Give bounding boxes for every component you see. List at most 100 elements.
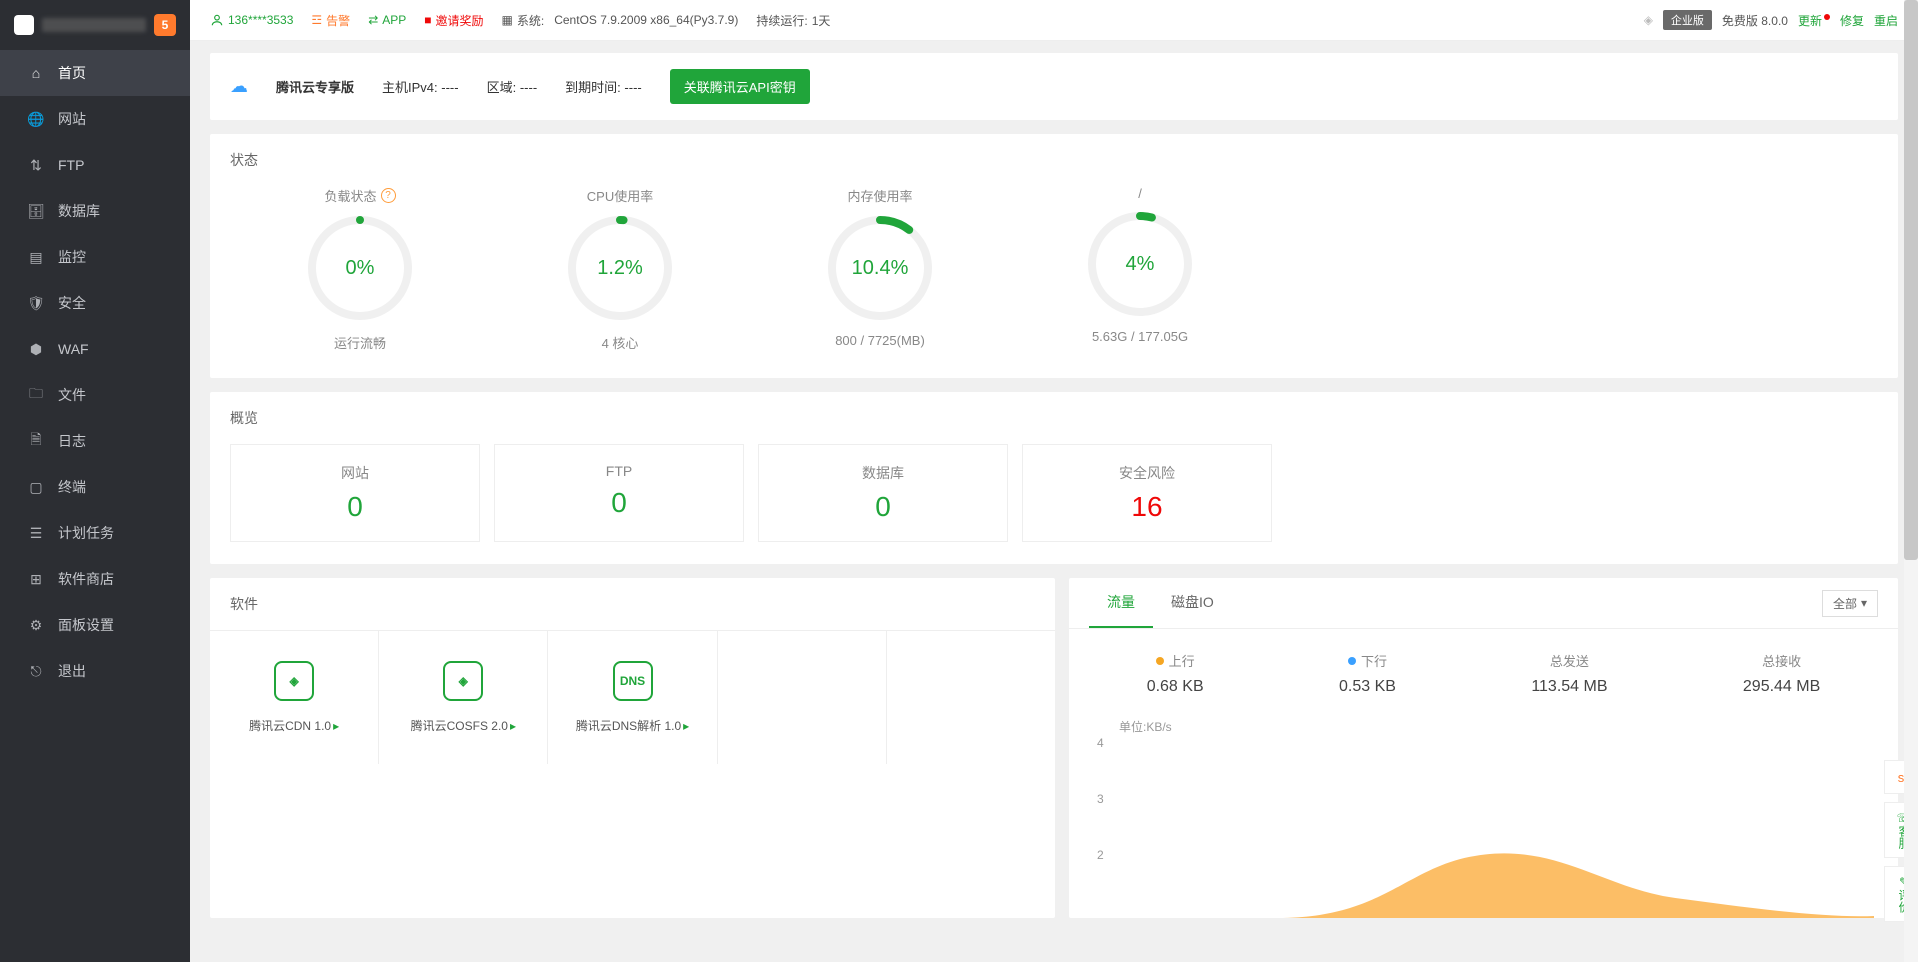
- system-label: 系统:: [517, 12, 544, 29]
- overview-label: 数据库: [759, 463, 1007, 483]
- y-tick: 4: [1097, 736, 1104, 750]
- traffic-stat-value: 113.54 MB: [1531, 678, 1607, 696]
- traffic-stat-2: 总发送 113.54 MB: [1531, 651, 1607, 696]
- sidebar-item-label: 退出: [58, 661, 86, 681]
- software-item-empty: [887, 631, 1055, 764]
- sidebar-item-12[interactable]: ⚙面板设置: [0, 602, 190, 648]
- sidebar-item-label: WAF: [58, 341, 89, 357]
- gauge-title: 负载状态 ?: [250, 186, 470, 205]
- software-item-1[interactable]: ◈ 腾讯云COSFS 2.0▸: [379, 631, 548, 764]
- edition-enterprise[interactable]: 企业版: [1663, 10, 1712, 30]
- sidebar-item-1[interactable]: 🌐网站: [0, 96, 190, 142]
- gauge-value: 10.4%: [825, 213, 935, 323]
- invite-link[interactable]: ■ 邀请奖励: [424, 12, 483, 29]
- user-phone[interactable]: 136****3533: [210, 13, 293, 27]
- sidebar-item-3[interactable]: 🗄 数据库: [0, 188, 190, 234]
- notification-badge[interactable]: 5: [154, 14, 176, 36]
- database-icon: 🗄: [28, 203, 44, 219]
- software-name: 腾讯云COSFS 2.0▸: [383, 717, 543, 734]
- sidebar-nav: ⌂首页🌐网站⇅FTP 🗄 数据库 ▤监控🛡安全 ⬢ WAF 🗀 文件 🗎日志▢终端☰计划任务⊞软…: [0, 50, 190, 694]
- alert-text: 告警: [326, 12, 350, 29]
- help-icon[interactable]: ?: [381, 188, 396, 203]
- update-link[interactable]: 更新: [1798, 12, 1830, 29]
- repair-link[interactable]: 修复: [1840, 12, 1864, 29]
- sidebar-item-10[interactable]: ☰计划任务: [0, 510, 190, 556]
- uptime-info: 持续运行: 1天: [756, 12, 830, 29]
- restart-link[interactable]: 重启: [1874, 12, 1898, 29]
- invite-text: 邀请奖励: [436, 12, 484, 29]
- alert-link[interactable]: ☲ 告警: [311, 12, 350, 29]
- traffic-stat-label: 下行: [1339, 651, 1396, 670]
- gauge-value: 1.2%: [565, 213, 675, 323]
- scrollbar-thumb[interactable]: [1904, 0, 1918, 560]
- gauge-1[interactable]: CPU使用率 1.2% 4 核心: [510, 186, 730, 352]
- topbar: 136****3533 ☲ 告警 ⇄ APP ■ 邀请奖励 ▦ 系统: Cent…: [190, 0, 1918, 41]
- sidebar-item-label: 数据库: [58, 201, 100, 221]
- sidebar-item-8[interactable]: 🗎日志: [0, 418, 190, 464]
- sidebar-item-label: 计划任务: [58, 523, 114, 543]
- software-item-0[interactable]: ◈腾讯云CDN 1.0▸: [210, 631, 379, 764]
- grid-icon: ▦: [502, 13, 513, 27]
- gauge-title: 内存使用率: [770, 186, 990, 205]
- overview-number: 16: [1023, 491, 1271, 523]
- software-icon: ◈: [443, 661, 483, 701]
- sidebar: 5 ⌂首页🌐网站⇅FTP 🗄 数据库 ▤监控🛡安全 ⬢ WAF 🗀 文件 🗎日志▢终端☰计划任务…: [0, 0, 190, 962]
- exit-icon: ⎋: [28, 663, 44, 679]
- cloud-title: 腾讯云专享版: [276, 77, 354, 96]
- app-link[interactable]: ⇄ APP: [368, 13, 406, 27]
- sidebar-item-13[interactable]: ⎋ 退出: [0, 648, 190, 694]
- overview-card-1[interactable]: FTP0: [494, 444, 744, 542]
- folder-icon: 🗀: [28, 387, 44, 403]
- sidebar-item-label: 面板设置: [58, 615, 114, 635]
- overview-label: 安全风险: [1023, 463, 1271, 483]
- sidebar-item-7[interactable]: 🗀 文件: [0, 372, 190, 418]
- traffic-tab-1[interactable]: 磁盘IO: [1153, 578, 1232, 628]
- gauge-value: 4%: [1085, 209, 1195, 319]
- software-item-2[interactable]: DNS腾讯云DNS解析 1.0▸: [548, 631, 717, 764]
- sidebar-item-label: 首页: [58, 63, 86, 83]
- software-item-empty: [718, 631, 887, 764]
- gauge-value: 0%: [305, 213, 415, 323]
- gauge-2[interactable]: 内存使用率 10.4% 800 / 7725(MB): [770, 186, 990, 352]
- play-icon: ▸: [683, 719, 689, 733]
- traffic-filter-select[interactable]: 全部 ▾: [1822, 590, 1878, 617]
- traffic-stat-0: 上行0.68 KB: [1147, 651, 1204, 696]
- dot-icon: [1156, 657, 1164, 665]
- gauge-0[interactable]: 负载状态 ? 0% 运行流畅: [250, 186, 470, 352]
- user-phone-text: 136****3533: [228, 13, 293, 27]
- overview-card-0[interactable]: 网站0: [230, 444, 480, 542]
- sidebar-item-9[interactable]: ▢终端: [0, 464, 190, 510]
- waf-icon: ⬢: [28, 341, 44, 357]
- software-panel: 软件 ◈腾讯云CDN 1.0▸ ◈ 腾讯云COSFS 2.0▸ DNS腾讯云DNS解析…: [210, 578, 1055, 918]
- sidebar-item-label: 文件: [58, 385, 86, 405]
- uptime-label: 持续运行:: [756, 12, 807, 29]
- update-text: 更新: [1798, 14, 1822, 28]
- link-api-button[interactable]: 关联腾讯云API密钥: [670, 69, 810, 104]
- log-icon: 🗎: [28, 433, 44, 449]
- traffic-tab-0[interactable]: 流量: [1089, 578, 1153, 628]
- traffic-stat-label: 总发送: [1531, 651, 1607, 670]
- sidebar-item-4[interactable]: ▤监控: [0, 234, 190, 280]
- traffic-panel: 流量磁盘IO 全部 ▾ 上行0.68 KB下行0.53 KB总发送113.54 …: [1069, 578, 1898, 918]
- overview-card-3[interactable]: 安全风险 16: [1022, 444, 1272, 542]
- gauge-3[interactable]: / 4% 5.63G / 177.05G: [1030, 186, 1250, 352]
- overview-panel: 概览 网站0FTP0数据库0安全风险16: [210, 392, 1898, 564]
- sidebar-item-6[interactable]: ⬢ WAF: [0, 326, 190, 372]
- overview-label: 网站: [231, 463, 479, 483]
- sidebar-item-label: FTP: [58, 157, 84, 173]
- chevron-down-icon: ▾: [1861, 596, 1867, 610]
- brand-logo-icon: [14, 15, 34, 35]
- sidebar-item-5[interactable]: 🛡安全: [0, 280, 190, 326]
- gauge-sub: 5.63G / 177.05G: [1030, 329, 1250, 344]
- scrollbar[interactable]: [1904, 0, 1918, 962]
- overview-number: 0: [759, 491, 1007, 523]
- globe-icon: 🌐: [28, 111, 44, 127]
- software-title: 软件: [210, 578, 1055, 614]
- diamond-icon: ◈: [1644, 13, 1653, 27]
- sidebar-item-2[interactable]: ⇅FTP: [0, 142, 190, 188]
- user-icon: [210, 13, 224, 27]
- sidebar-item-0[interactable]: ⌂首页: [0, 50, 190, 96]
- overview-card-2[interactable]: 数据库 0: [758, 444, 1008, 542]
- dot-icon: [1348, 657, 1356, 665]
- sidebar-item-11[interactable]: ⊞软件商店: [0, 556, 190, 602]
